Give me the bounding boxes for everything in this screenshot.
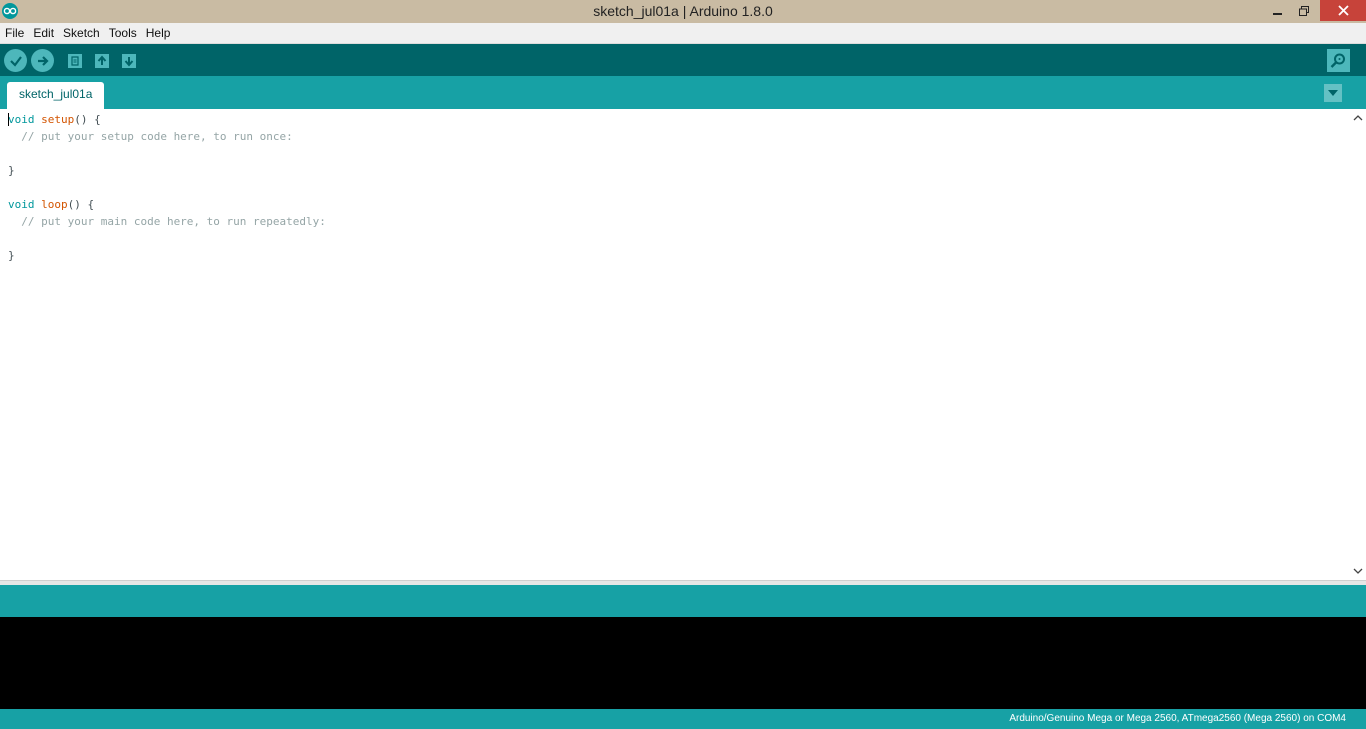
code-keyword: void: [8, 198, 35, 211]
restore-button[interactable]: [1291, 0, 1317, 21]
scroll-up-button[interactable]: [1352, 112, 1364, 124]
status-bar: Arduino/Genuino Mega or Mega 2560, ATmeg…: [0, 709, 1366, 729]
code-line: }: [8, 164, 15, 177]
menu-edit[interactable]: Edit: [29, 23, 58, 43]
new-button[interactable]: [63, 49, 86, 72]
menu-sketch[interactable]: Sketch: [59, 23, 104, 43]
toolbar: [0, 44, 1366, 76]
code-text: () {: [74, 113, 101, 126]
tab-menu-button[interactable]: [1324, 84, 1342, 102]
board-port-info: Arduino/Genuino Mega or Mega 2560, ATmeg…: [1009, 713, 1346, 724]
code-keyword: void: [8, 113, 35, 126]
save-button[interactable]: [117, 49, 140, 72]
title-bar: sketch_jul01a | Arduino 1.8.0: [0, 0, 1366, 23]
minimize-icon: [1273, 12, 1282, 15]
code-function: setup: [41, 113, 75, 126]
tab-sketch[interactable]: sketch_jul01a: [7, 82, 105, 109]
chevron-down-icon: [1353, 568, 1363, 574]
arrow-right-icon: [37, 55, 49, 66]
minimize-button[interactable]: [1265, 0, 1291, 21]
code-editor[interactable]: void setup() { // put your setup code he…: [0, 109, 1350, 580]
chevron-down-icon: [1328, 90, 1338, 96]
menu-file[interactable]: File: [1, 23, 28, 43]
checkmark-icon: [9, 55, 22, 67]
editor-scrollbar[interactable]: [1350, 109, 1366, 580]
code-text: () {: [67, 198, 95, 211]
message-bar: [0, 585, 1366, 617]
close-icon: [1337, 5, 1349, 16]
window-title: sketch_jul01a | Arduino 1.8.0: [593, 3, 773, 19]
menu-help[interactable]: Help: [142, 23, 175, 43]
code-function: loop: [41, 198, 68, 211]
restore-icon: [1299, 5, 1309, 16]
serial-monitor-button[interactable]: [1327, 49, 1350, 72]
upload-button[interactable]: [31, 49, 54, 72]
arrow-down-icon: [121, 53, 136, 68]
code-line: void loop() {: [8, 196, 94, 213]
code-comment: // put your main code here, to run repea…: [8, 215, 326, 228]
verify-button[interactable]: [4, 49, 27, 72]
magnifier-icon: [1327, 49, 1350, 72]
arrow-up-icon: [94, 53, 109, 68]
tab-strip: sketch_jul01a: [0, 76, 1366, 109]
console-output[interactable]: [0, 617, 1366, 709]
open-button[interactable]: [90, 49, 113, 72]
scroll-down-button[interactable]: [1352, 565, 1364, 577]
code-line: void setup() {: [8, 111, 101, 128]
menu-tools[interactable]: Tools: [105, 23, 141, 43]
document-icon: [67, 53, 82, 68]
code-line: }: [8, 249, 15, 262]
menu-bar: File Edit Sketch Tools Help: [0, 23, 1366, 44]
text-caret: [8, 113, 9, 126]
code-comment: // put your setup code here, to run once…: [8, 130, 293, 143]
chevron-up-icon: [1353, 115, 1363, 121]
close-button[interactable]: [1320, 0, 1366, 21]
